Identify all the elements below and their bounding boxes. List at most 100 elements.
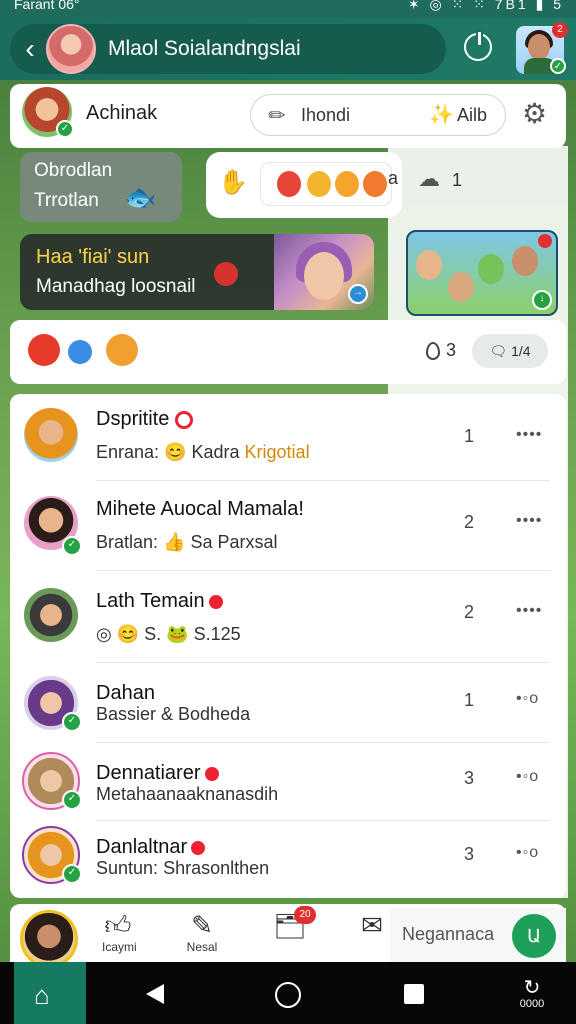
message-preview: Bratlan: 👍 Sa Parxsal: [96, 532, 278, 552]
status-right-text: ✶ ◎ ⁙ ⁙ 7B1 ▮ 5: [407, 0, 564, 12]
message-bubble[interactable]: Obrodlan Trrotlan 🐟: [20, 152, 182, 222]
list-item[interactable]: Dspritite Enrana: 😊 Kadra Krigotial 1 ••…: [10, 400, 566, 481]
action-pill[interactable]: ✎ Ihondi ✨ Ailb: [250, 94, 506, 136]
hand-icon[interactable]: ✋: [218, 168, 248, 197]
system-recents-button[interactable]: [404, 984, 424, 1004]
reply-count: 1/4: [511, 343, 531, 359]
status-dot-icon: [208, 594, 223, 609]
system-extra-button[interactable]: ↻ 0000: [514, 978, 550, 1010]
reaction-picker: ✋: [206, 152, 402, 218]
mail-icon: ✉: [361, 910, 383, 940]
message-preview: Bassier & Bodheda: [96, 704, 251, 724]
status-left-text: Farant 06°: [14, 0, 80, 12]
pencil-icon: ✎: [191, 910, 213, 940]
compose-button[interactable]: Ա: [512, 914, 556, 958]
status-dot-icon: [204, 766, 219, 781]
like-count: 3: [446, 340, 457, 360]
badge-red-dot: [538, 234, 552, 248]
thumbs-up-icon: 👍︎: [104, 910, 132, 940]
contact-name: Dennatiarer: [96, 762, 219, 785]
blue-emoji-icon[interactable]: [68, 340, 92, 364]
page-title: Mlaol Soialandngslai: [108, 37, 301, 60]
contact-name: Mihete Auocal Mamala!: [96, 498, 304, 520]
back-arrow-icon[interactable]: ‹: [18, 33, 42, 65]
message-bubble-with-photo[interactable]: Haa 'fiai' sun Manadhag loosnail →: [20, 234, 374, 310]
reply-pill[interactable]: 🗨 1/4: [472, 334, 548, 368]
list-item[interactable]: ✓ Mihete Auocal Mamala! Bratlan: 👍 Sa Pa…: [10, 484, 566, 571]
chat-bubble-icon: 🗨: [489, 343, 508, 359]
system-extra-label: 0000: [519, 998, 545, 1010]
message-preview: ◎ 😊 S. 🐸 S.125: [96, 624, 241, 644]
conversation-list: Dspritite Enrana: 😊 Kadra Krigotial 1 ••…: [10, 394, 566, 898]
profile-bar: ✓ Achinak ✎ Ihondi ✨ Ailb ⚙: [10, 84, 566, 148]
message-line-1: Obrodlan: [34, 160, 113, 181]
my-avatar[interactable]: [20, 910, 78, 968]
heart-emoji-icon: [214, 262, 238, 286]
download-icon[interactable]: ↓: [532, 290, 552, 310]
message-line-2: Manadhag loosnail: [36, 276, 196, 297]
action-pill-label-right: Ailb: [457, 105, 488, 125]
nav-label: Icaymi: [102, 940, 137, 954]
message-preview: Enrana: 😊 Kadra Krigotial: [96, 442, 310, 462]
pencil-icon: ✎: [264, 102, 292, 130]
unread-count: 3: [464, 768, 475, 788]
list-item[interactable]: ✓ Danlaltnar Suntun: Shrasonlthen 3 •◦o: [10, 822, 566, 896]
contact-name: Dspritite: [96, 408, 193, 431]
cloud-icon: ☁: [418, 166, 440, 191]
more-options-icon[interactable]: •◦o: [516, 690, 539, 708]
red-face-emoji-icon[interactable]: [277, 171, 301, 197]
like-counter[interactable]: 3: [426, 340, 456, 361]
angry-emoji-icon[interactable]: [28, 334, 60, 366]
list-item[interactable]: ✓ Dennatiarer Metahaanaaknanasdih 3 •◦o: [10, 746, 566, 821]
system-back-button[interactable]: [146, 984, 164, 1004]
nav-item-notifications[interactable]: 🗂︎ 20: [272, 906, 316, 940]
nav-item-nesal[interactable]: ✎ Nesal: [182, 910, 222, 954]
app-header: ‹ Mlaol Soialandngslai 2 ✓: [0, 18, 576, 80]
verified-check-icon: ✓: [62, 864, 82, 884]
home-icon: ⌂: [34, 980, 50, 1010]
reaction-count-number: 1: [452, 170, 463, 190]
user-avatar[interactable]: 2 ✓: [516, 22, 568, 74]
unread-count: 3: [464, 844, 475, 864]
chat-avatar[interactable]: [46, 24, 96, 74]
bottom-navigation: 👍︎ Icaymi ✎ Nesal 🗂︎ 20 ✉ Negannaca Ա: [10, 904, 566, 968]
attached-photo[interactable]: →: [274, 234, 374, 310]
contact-name: Danlaltnar: [96, 836, 206, 859]
more-options-icon[interactable]: ••••: [516, 512, 542, 530]
more-options-icon[interactable]: ••••: [516, 426, 542, 444]
reaction-count-prefix: a: [388, 168, 399, 188]
more-options-icon[interactable]: ••••: [516, 602, 542, 620]
contact-avatar: [22, 586, 80, 644]
emoji-list: [260, 162, 392, 206]
compose-field[interactable]: Negannaca Ա: [390, 908, 566, 962]
list-item[interactable]: Lath Temain ◎ 😊 S. 🐸 S.125 2 ••••: [10, 574, 566, 663]
system-home-button[interactable]: [275, 982, 301, 1008]
grin-emoji-icon[interactable]: [335, 171, 359, 197]
verified-check-icon: ✓: [62, 536, 82, 556]
notification-badge: 2: [552, 22, 568, 38]
laugh-emoji-icon[interactable]: [363, 171, 387, 197]
header-title-pill[interactable]: ‹ Mlaol Soialandngslai: [10, 24, 446, 74]
home-tab[interactable]: ⌂: [14, 962, 86, 1024]
power-icon[interactable]: [464, 30, 492, 61]
laugh-emoji-icon[interactable]: [106, 334, 138, 366]
notification-badge: 20: [294, 906, 316, 924]
group-photo-thumbnail[interactable]: ↓: [406, 230, 558, 316]
message-line-2: Trrotlan: [34, 190, 99, 211]
share-icon[interactable]: →: [348, 284, 368, 304]
gear-icon[interactable]: ⚙: [522, 100, 547, 128]
nav-item-icaymi[interactable]: 👍︎ Icaymi: [102, 910, 137, 954]
contact-avatar: [22, 406, 80, 464]
more-options-icon[interactable]: •◦o: [516, 768, 539, 786]
more-options-icon[interactable]: •◦o: [516, 844, 539, 862]
list-item[interactable]: ✓ Dahan Bassier & Bodheda 1 •◦o: [10, 666, 566, 743]
reactions-row: 3 🗨 1/4: [10, 320, 566, 384]
unread-count: 1: [464, 426, 475, 446]
fish-emoji-icon: 🐟: [124, 182, 157, 212]
nav-item-mail[interactable]: ✉: [356, 910, 388, 940]
unread-count: 1: [464, 690, 475, 710]
status-dot-icon: [191, 840, 206, 855]
unread-count: 2: [464, 512, 475, 532]
online-check-icon: ✓: [550, 58, 566, 74]
smile-emoji-icon[interactable]: [307, 171, 331, 197]
